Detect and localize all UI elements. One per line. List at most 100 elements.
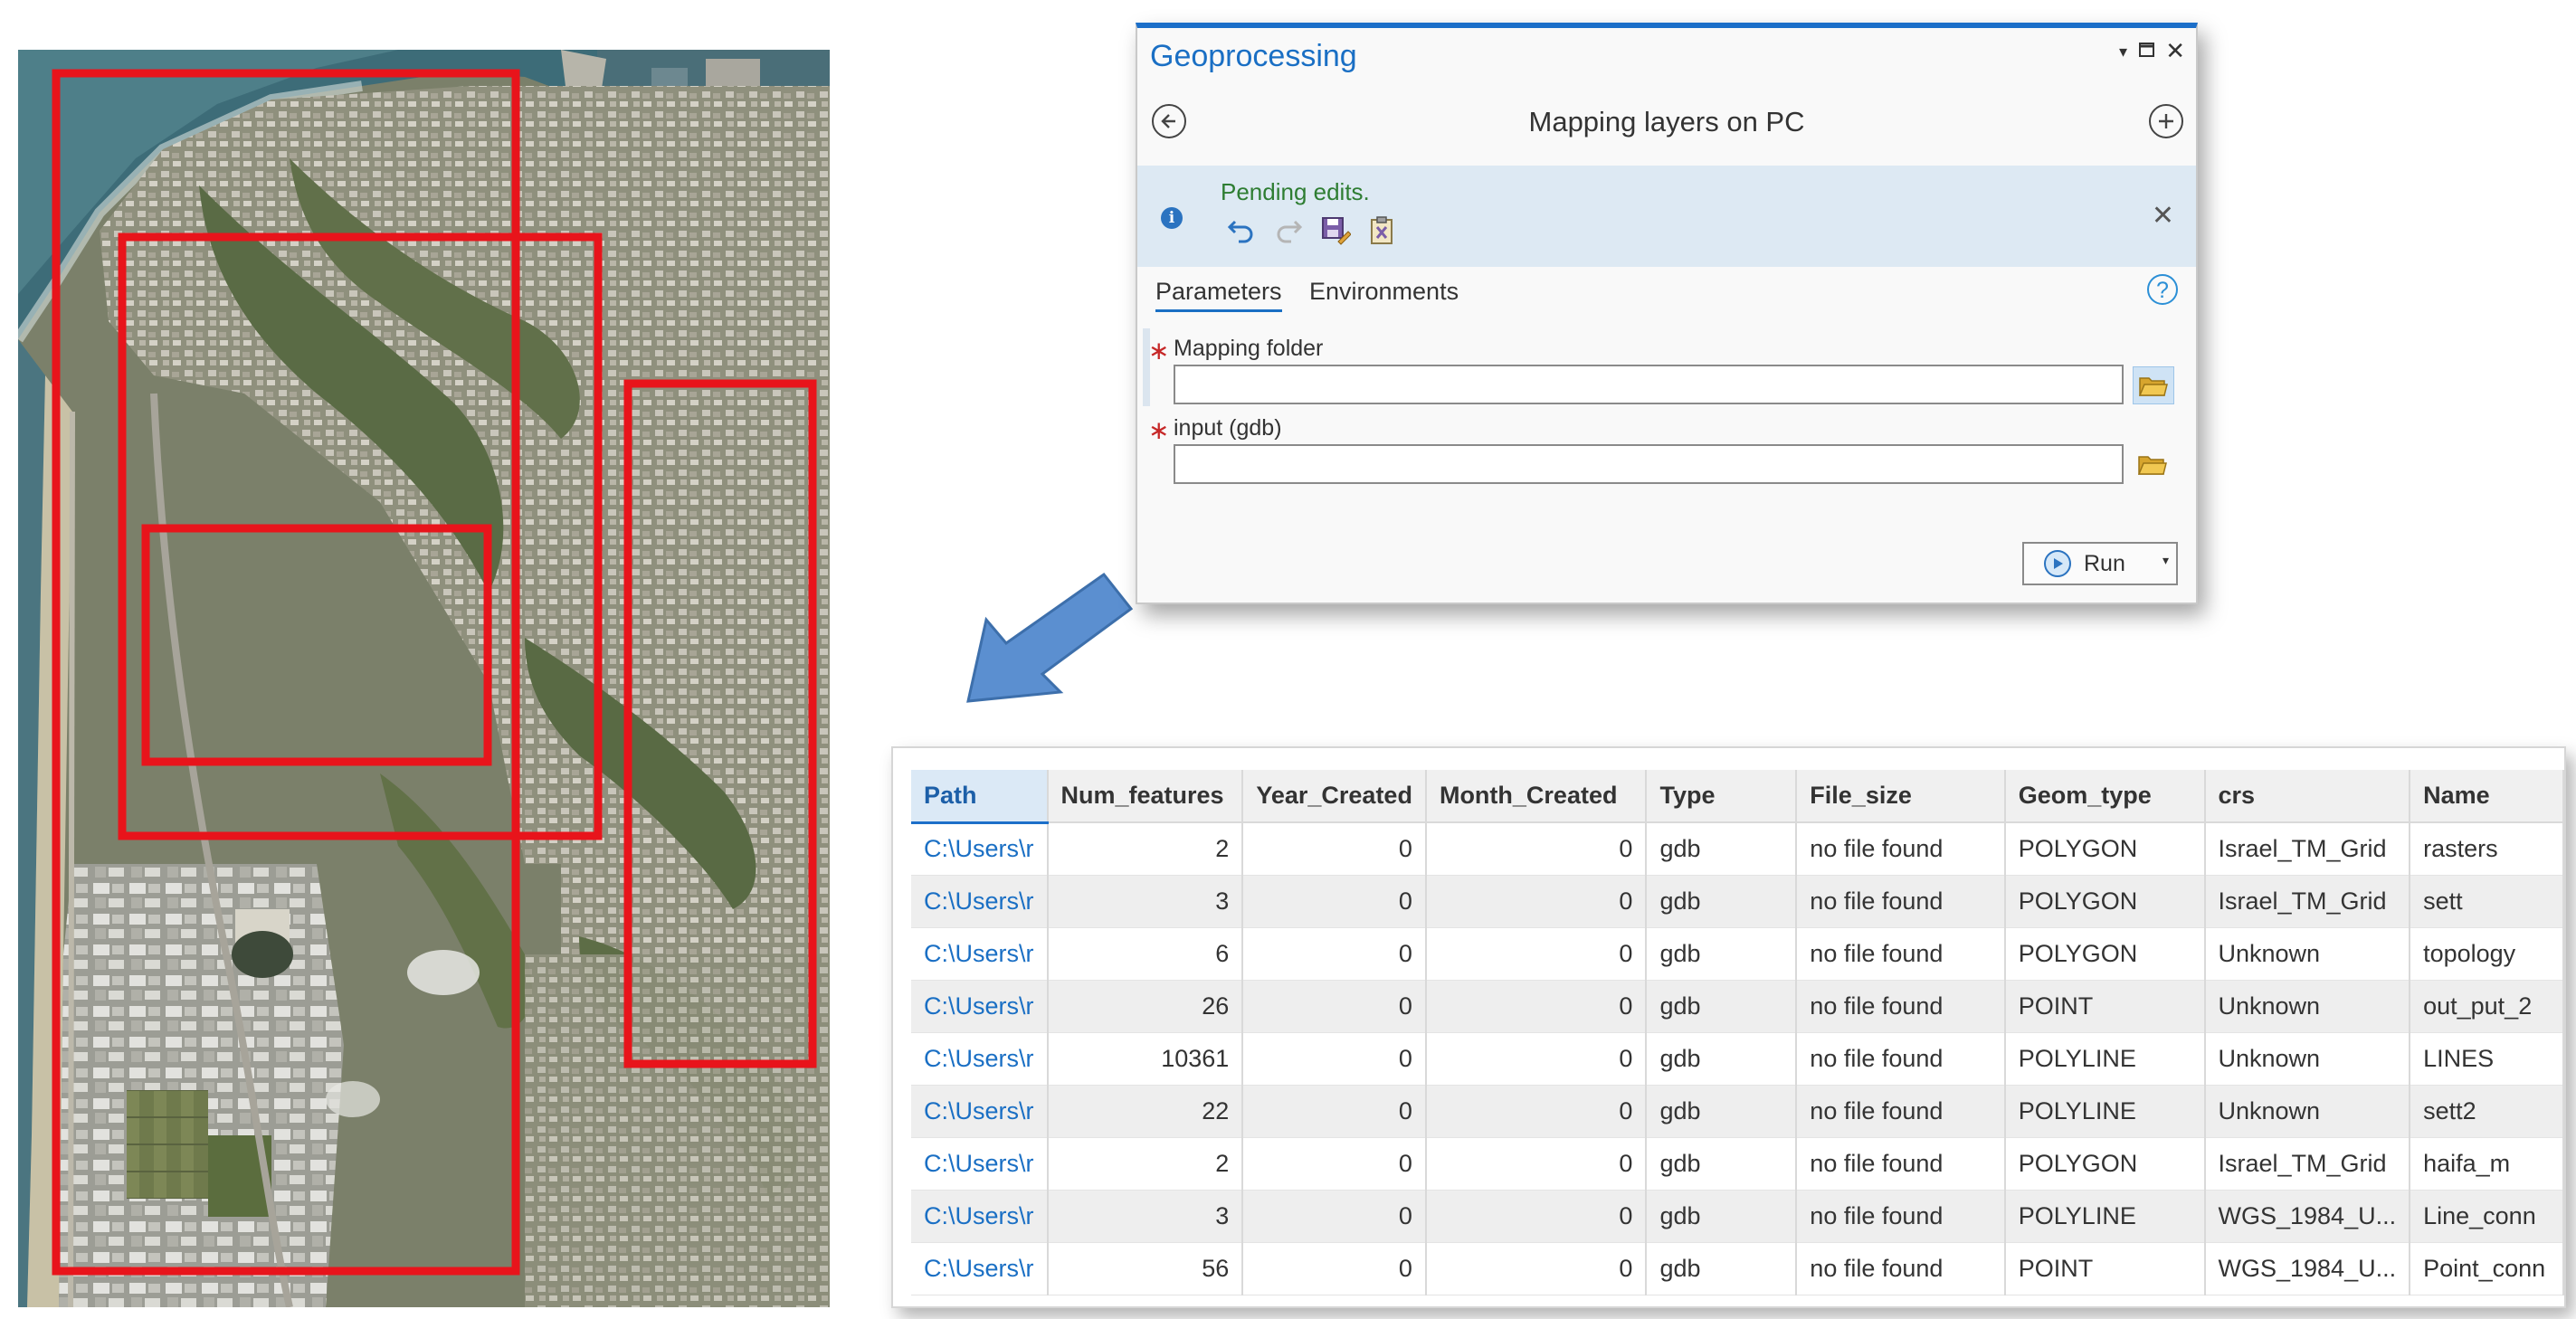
column-header-crs[interactable]: crs (2204, 770, 2411, 823)
cell-geom-type[interactable]: POINT (2004, 980, 2206, 1033)
cell-name[interactable]: sett2 (2410, 1085, 2564, 1138)
input-gdb-input[interactable] (1174, 444, 2124, 484)
cell-name[interactable]: out_put_2 (2410, 980, 2564, 1033)
close-icon[interactable]: ✕ (2152, 200, 2174, 232)
cell-type[interactable]: gdb (1646, 822, 1798, 876)
cell-year-created[interactable]: 0 (1242, 980, 1427, 1033)
cell-file-size[interactable]: no file found (1796, 1032, 2006, 1086)
close-pane-icon[interactable]: ✕ (2165, 37, 2185, 65)
table-row[interactable]: C:\Users\r 56 0 0 gdb no file found POINT WGS_1… (911, 1242, 2564, 1295)
cell-type[interactable]: gdb (1646, 1242, 1798, 1295)
column-header-geom-type[interactable]: Geom_type (2004, 770, 2206, 823)
cell-geom-type[interactable]: POLYLINE (2004, 1085, 2206, 1138)
column-header-type[interactable]: Type (1646, 770, 1798, 823)
cell-type[interactable]: gdb (1646, 1137, 1798, 1191)
run-button[interactable]: Run ▾ (2022, 542, 2178, 585)
cell-path[interactable]: C:\Users\r (911, 875, 1049, 928)
cell-geom-type[interactable]: POLYLINE (2004, 1032, 2206, 1086)
cell-name[interactable]: rasters (2410, 822, 2564, 876)
cell-file-size[interactable]: no file found (1796, 1085, 2006, 1138)
cell-file-size[interactable]: no file found (1796, 980, 2006, 1033)
cell-type[interactable]: gdb (1646, 980, 1798, 1033)
cell-geom-type[interactable]: POLYGON (2004, 875, 2206, 928)
table-row[interactable]: C:\Users\r 10361 0 0 gdb no file found POLYLIN… (911, 1032, 2564, 1086)
column-header-year-created[interactable]: Year_Created (1242, 770, 1427, 823)
table-row[interactable]: C:\Users\r 22 0 0 gdb no file found POLYLINE Un… (911, 1085, 2564, 1138)
cell-type[interactable]: gdb (1646, 875, 1798, 928)
cell-year-created[interactable]: 0 (1242, 1137, 1427, 1191)
cell-crs[interactable]: Unknown (2204, 1085, 2411, 1138)
cell-year-created[interactable]: 0 (1242, 822, 1427, 876)
pane-menu-icon[interactable]: ▾ (2119, 43, 2127, 62)
cell-file-size[interactable]: no file found (1796, 1242, 2006, 1295)
cell-name[interactable]: Point_conn (2410, 1242, 2564, 1295)
cell-year-created[interactable]: 0 (1242, 1085, 1427, 1138)
mapping-folder-input[interactable] (1174, 365, 2124, 404)
cell-num-features[interactable]: 56 (1047, 1242, 1244, 1295)
cell-num-features[interactable]: 2 (1047, 822, 1244, 876)
cell-geom-type[interactable]: POLYGON (2004, 1137, 2206, 1191)
cell-month-created[interactable]: 0 (1425, 1085, 1648, 1138)
tab-parameters[interactable]: Parameters (1155, 278, 1282, 312)
tab-environments[interactable]: Environments (1309, 278, 1459, 306)
folder-icon[interactable] (2133, 366, 2174, 404)
cell-file-size[interactable]: no file found (1796, 1137, 2006, 1191)
cell-year-created[interactable]: 0 (1242, 1190, 1427, 1243)
save-edits-icon[interactable] (1320, 214, 1352, 253)
cell-crs[interactable]: Unknown (2204, 980, 2411, 1033)
cell-month-created[interactable]: 0 (1425, 1032, 1648, 1086)
table-row[interactable]: C:\Users\r 2 0 0 gdb no file found POLYGON Isra… (911, 1137, 2564, 1191)
cell-file-size[interactable]: no file found (1796, 1190, 2006, 1243)
cell-month-created[interactable]: 0 (1425, 1242, 1648, 1295)
undo-icon[interactable] (1226, 214, 1257, 253)
cell-geom-type[interactable]: POINT (2004, 1242, 2206, 1295)
redo-icon[interactable] (1273, 214, 1304, 253)
cell-path[interactable]: C:\Users\r (911, 1242, 1049, 1295)
cell-name[interactable]: LINES (2410, 1032, 2564, 1086)
cell-month-created[interactable]: 0 (1425, 1190, 1648, 1243)
folder-icon[interactable] (2133, 446, 2172, 482)
table-row[interactable]: C:\Users\r 3 0 0 gdb no file found POLYGON Isra… (911, 875, 2564, 928)
cell-num-features[interactable]: 3 (1047, 875, 1244, 928)
cell-path[interactable]: C:\Users\r (911, 1137, 1049, 1191)
cell-crs[interactable]: WGS_1984_U... (2204, 1242, 2411, 1295)
column-header-file-size[interactable]: File_size (1796, 770, 2006, 823)
cell-crs[interactable]: Unknown (2204, 927, 2411, 981)
run-dropdown-icon[interactable]: ▾ (2163, 553, 2169, 568)
cell-num-features[interactable]: 10361 (1047, 1032, 1244, 1086)
table-row[interactable]: C:\Users\r 26 0 0 gdb no file found POINT Unkno… (911, 980, 2564, 1033)
column-header-num-features[interactable]: Num_features (1047, 770, 1244, 823)
cell-type[interactable]: gdb (1646, 927, 1798, 981)
cell-crs[interactable]: Israel_TM_Grid (2204, 875, 2411, 928)
cell-type[interactable]: gdb (1646, 1190, 1798, 1243)
cell-file-size[interactable]: no file found (1796, 875, 2006, 928)
cell-num-features[interactable]: 2 (1047, 1137, 1244, 1191)
cell-geom-type[interactable]: POLYGON (2004, 927, 2206, 981)
cell-geom-type[interactable]: POLYGON (2004, 822, 2206, 876)
cell-crs[interactable]: Israel_TM_Grid (2204, 1137, 2411, 1191)
table-row[interactable]: C:\Users\r 2 0 0 gdb no file found POLYGON Isra… (911, 822, 2564, 876)
cell-name[interactable]: topology (2410, 927, 2564, 981)
cell-month-created[interactable]: 0 (1425, 1137, 1648, 1191)
cell-year-created[interactable]: 0 (1242, 1032, 1427, 1086)
cell-file-size[interactable]: no file found (1796, 927, 2006, 981)
cell-num-features[interactable]: 26 (1047, 980, 1244, 1033)
cell-path[interactable]: C:\Users\r (911, 980, 1049, 1033)
cell-year-created[interactable]: 0 (1242, 927, 1427, 981)
cell-path[interactable]: C:\Users\r (911, 1032, 1049, 1086)
cell-year-created[interactable]: 0 (1242, 1242, 1427, 1295)
cell-month-created[interactable]: 0 (1425, 875, 1648, 928)
cell-month-created[interactable]: 0 (1425, 980, 1648, 1033)
cell-path[interactable]: C:\Users\r (911, 822, 1049, 876)
cell-name[interactable]: sett (2410, 875, 2564, 928)
cell-month-created[interactable]: 0 (1425, 822, 1648, 876)
cell-crs[interactable]: WGS_1984_U... (2204, 1190, 2411, 1243)
cell-name[interactable]: haifa_m (2410, 1137, 2564, 1191)
cell-type[interactable]: gdb (1646, 1085, 1798, 1138)
cell-year-created[interactable]: 0 (1242, 875, 1427, 928)
cell-crs[interactable]: Unknown (2204, 1032, 2411, 1086)
column-header-month-created[interactable]: Month_Created (1425, 770, 1648, 823)
column-header-path[interactable]: Path (911, 770, 1049, 824)
cell-num-features[interactable]: 22 (1047, 1085, 1244, 1138)
cell-month-created[interactable]: 0 (1425, 927, 1648, 981)
